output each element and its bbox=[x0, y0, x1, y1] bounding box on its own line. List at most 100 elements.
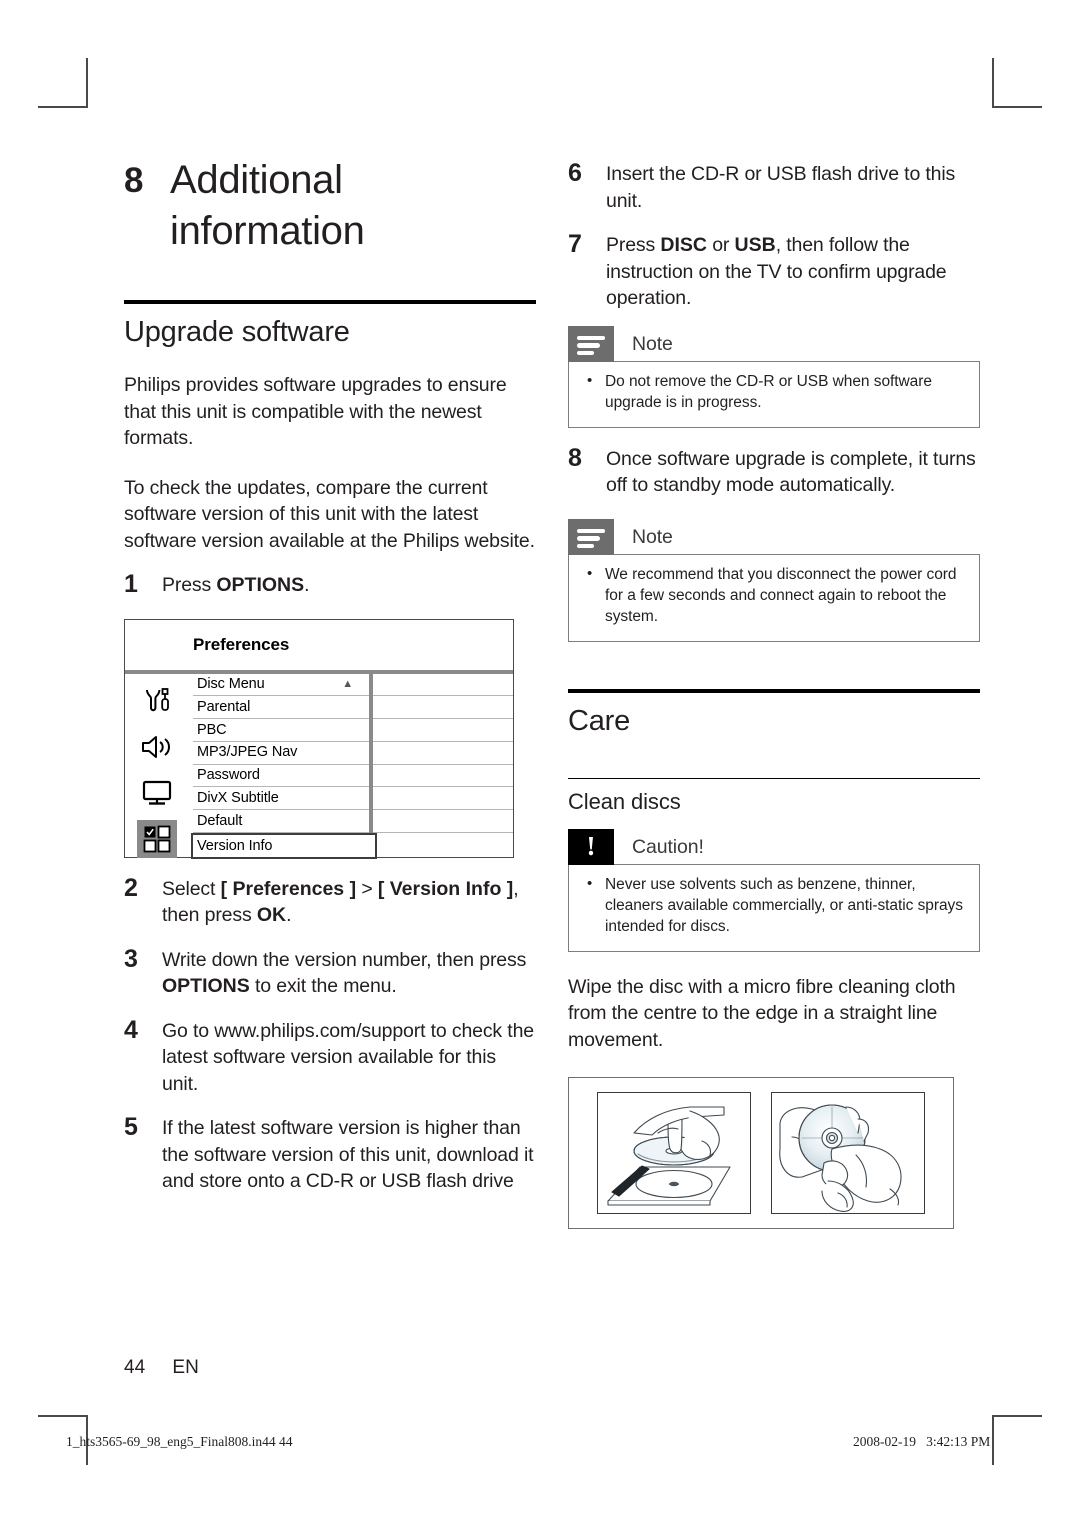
step-number: 4 bbox=[124, 1015, 138, 1044]
tv-icon[interactable] bbox=[137, 774, 177, 812]
step-text-part: Select bbox=[162, 877, 221, 900]
osd-value-column bbox=[373, 674, 513, 858]
osd-menu-item-label: Default bbox=[197, 812, 243, 829]
chapter-title-text: Additional information bbox=[170, 155, 536, 257]
step-number: 1 bbox=[124, 570, 138, 598]
illustration-panel-wiping-disc bbox=[771, 1092, 925, 1214]
osd-menu-item-divx-subtitle[interactable]: DivX Subtitle bbox=[193, 787, 369, 811]
note-bullet-list: Do not remove the CD-R or USB when softw… bbox=[583, 370, 965, 413]
step-text-part: If the latest software version is higher… bbox=[162, 1117, 534, 1192]
step-number: 8 bbox=[568, 443, 582, 472]
note-icon bbox=[568, 518, 614, 555]
step-text-bold: DISC bbox=[660, 234, 707, 256]
step-text-bold: USB bbox=[734, 234, 776, 256]
note-body: We recommend that you disconnect the pow… bbox=[568, 553, 980, 642]
step-text-part: Go to www.philips.com/support to check t… bbox=[162, 1019, 534, 1095]
disc-care-illustration bbox=[568, 1077, 954, 1229]
osd-value-line bbox=[373, 787, 513, 811]
step-number: 5 bbox=[124, 1113, 138, 1141]
step-text: If the latest software version is higher… bbox=[162, 1114, 536, 1195]
step-item: 7 Press DISC or USB, then follow the ins… bbox=[568, 231, 980, 312]
note-bullet-list: We recommend that you disconnect the pow… bbox=[583, 563, 965, 627]
step-item: 1 Press OPTIONS. bbox=[124, 571, 536, 599]
print-filename: 1_hts3565-69_98_eng5_Final808.in44 44 bbox=[66, 1434, 293, 1449]
osd-menu-item-password[interactable]: Password bbox=[193, 765, 369, 788]
note-body: Do not remove the CD-R or USB when softw… bbox=[568, 360, 980, 428]
osd-menu-item-mp3-jpeg-nav[interactable]: MP3/JPEG Nav bbox=[193, 742, 369, 765]
osd-body: Disc Menu ▲ Parental PBC MP3/JPEG Nav Pa… bbox=[125, 673, 513, 860]
step-text-part: Insert the CD-R or USB flash drive to th… bbox=[606, 163, 956, 212]
osd-menu-item-label: Parental bbox=[197, 698, 251, 715]
osd-value-line bbox=[373, 742, 513, 765]
chapter-title-line-1: Additional bbox=[170, 158, 343, 202]
paragraph-intro-2: To check the updates, compare the curren… bbox=[124, 476, 535, 552]
osd-value-line bbox=[373, 719, 513, 742]
print-timestamp: 2008-02-19 3:42:13 PM bbox=[853, 1434, 991, 1449]
step-item: 5 If the latest software version is high… bbox=[124, 1114, 536, 1195]
caution-label: Caution! bbox=[632, 835, 704, 858]
step-text: Go to www.philips.com/support to check t… bbox=[162, 1017, 536, 1098]
grid-icon[interactable] bbox=[137, 819, 177, 858]
osd-menu-item-label: MP3/JPEG Nav bbox=[197, 744, 298, 761]
osd-menu-item-disc-menu[interactable]: Disc Menu ▲ bbox=[193, 674, 369, 697]
caution-header: ! Caution! bbox=[568, 828, 980, 865]
step-text: Once software upgrade is complete, it tu… bbox=[606, 445, 980, 499]
steps-list-right-continued: 8 Once software upgrade is complete, it … bbox=[568, 443, 980, 499]
tools-icon[interactable] bbox=[137, 682, 177, 720]
manual-page: 8 Additional information Upgrade softwar… bbox=[0, 0, 1080, 1524]
steps-list-left-continued: 2 Select [ Preferences ] > [ Version Inf… bbox=[124, 873, 536, 1195]
note-header: Note bbox=[568, 325, 980, 362]
osd-value-line bbox=[373, 674, 513, 697]
step-item: 8 Once software upgrade is complete, it … bbox=[568, 443, 980, 499]
language-code: EN bbox=[172, 1357, 199, 1378]
step-item: 2 Select [ Preferences ] > [ Version Inf… bbox=[124, 873, 536, 929]
osd-menu-item-default[interactable]: Default bbox=[193, 810, 369, 834]
right-column: 6 Insert the CD-R or USB flash drive to … bbox=[568, 160, 980, 1229]
illustration-panel-removing-disc bbox=[597, 1092, 751, 1214]
note-bullet: We recommend that you disconnect the pow… bbox=[583, 563, 965, 627]
osd-menu-item-label: PBC bbox=[197, 721, 227, 738]
note-icon bbox=[568, 325, 614, 362]
page-footer: 44 EN bbox=[124, 1357, 199, 1379]
steps-list-right: 6 Insert the CD-R or USB flash drive to … bbox=[568, 160, 980, 312]
osd-menu-item-version-info[interactable]: Version Info bbox=[191, 833, 377, 860]
step-number: 2 bbox=[124, 873, 138, 902]
subsection-heading-clean-discs: Clean discs bbox=[568, 788, 681, 814]
step-text-part: to exit the menu. bbox=[249, 975, 397, 997]
page-number: 44 bbox=[124, 1357, 146, 1378]
caution-icon: ! bbox=[568, 828, 614, 865]
step-text-bold: [ Preferences ] bbox=[220, 877, 357, 900]
note-label: Note bbox=[632, 525, 673, 548]
paragraph-wipe-disc: Wipe the disc with a micro fibre cleanin… bbox=[568, 975, 956, 1051]
step-text: Write down the version number, then pres… bbox=[162, 946, 536, 1000]
step-text-bold: OK bbox=[256, 904, 287, 926]
osd-menu-list: Disc Menu ▲ Parental PBC MP3/JPEG Nav Pa… bbox=[189, 673, 377, 860]
section-heading-care: Care bbox=[568, 704, 631, 737]
caution-bullet-list: Never use solvents such as benzene, thin… bbox=[583, 873, 965, 937]
section-heading-upgrade-software: Upgrade software bbox=[124, 316, 350, 348]
chevron-up-icon: ▲ bbox=[342, 678, 353, 690]
osd-value-line bbox=[373, 696, 513, 720]
subsection-rule-clean-discs bbox=[568, 777, 980, 779]
caution-bullet: Never use solvents such as benzene, thin… bbox=[583, 873, 965, 937]
step-text-part: Write down the version number, then pres… bbox=[162, 948, 527, 971]
step-text: Select [ Preferences ] > [ Version Info … bbox=[162, 875, 536, 929]
section-rule-care bbox=[568, 688, 980, 693]
osd-title: Preferences bbox=[193, 634, 290, 654]
step-item: 3 Write down the version number, then pr… bbox=[124, 945, 536, 1000]
osd-menu-item-label: DivX Subtitle bbox=[197, 789, 279, 806]
step-text-part: Once software upgrade is complete, it tu… bbox=[606, 447, 976, 497]
step-text: Press OPTIONS. bbox=[162, 571, 536, 599]
left-column: 8 Additional information Upgrade softwar… bbox=[124, 155, 536, 1195]
osd-menu-item-parental[interactable]: Parental bbox=[193, 696, 369, 720]
caution-callout: ! Caution! Never use solvents such as be… bbox=[568, 828, 980, 952]
step-text-tail: . bbox=[304, 574, 310, 596]
note-callout-2: Note We recommend that you disconnect th… bbox=[568, 518, 980, 642]
step-text-part: or bbox=[706, 234, 735, 256]
step-text-bold: OPTIONS bbox=[216, 574, 305, 596]
note-header: Note bbox=[568, 518, 980, 555]
osd-menu-item-pbc[interactable]: PBC bbox=[193, 719, 369, 742]
note-bullet: Do not remove the CD-R or USB when softw… bbox=[583, 370, 965, 413]
preferences-osd-screenshot: Preferences Disc Menu ▲ Parental PBC MP3… bbox=[124, 618, 514, 860]
speaker-icon[interactable] bbox=[137, 728, 177, 766]
